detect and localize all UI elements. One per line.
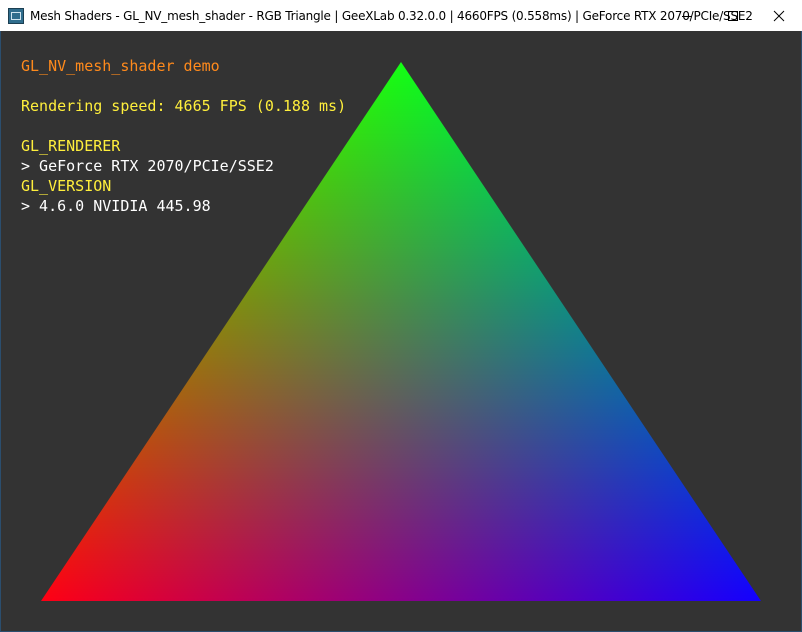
maximize-icon — [727, 10, 739, 22]
renderer-value: > GeForce RTX 2070/PCIe/SSE2 — [21, 156, 274, 176]
demo-title: GL_NV_mesh_shader demo — [21, 56, 220, 76]
rgb-triangle — [1, 31, 801, 631]
maximize-button[interactable] — [710, 0, 756, 31]
render-viewport[interactable]: GL_NV_mesh_shader demo Rendering speed: … — [1, 31, 801, 631]
version-value: > 4.6.0 NVIDIA 445.98 — [21, 196, 211, 216]
minimize-button[interactable] — [664, 0, 710, 31]
rendering-speed: Rendering speed: 4665 FPS (0.188 ms) — [21, 96, 346, 116]
window-title: Mesh Shaders - GL_NV_mesh_shader - RGB T… — [30, 9, 753, 23]
app-window: Mesh Shaders - GL_NV_mesh_shader - RGB T… — [0, 0, 802, 632]
version-label: GL_VERSION — [21, 176, 111, 196]
title-bar[interactable]: Mesh Shaders - GL_NV_mesh_shader - RGB T… — [0, 0, 802, 31]
minimize-icon — [681, 10, 693, 22]
window-controls — [664, 0, 802, 31]
close-icon — [773, 10, 785, 22]
renderer-label: GL_RENDERER — [21, 136, 120, 156]
close-button[interactable] — [756, 0, 802, 31]
geexlab-app-icon[interactable] — [8, 8, 24, 24]
window-border-left — [0, 31, 1, 632]
